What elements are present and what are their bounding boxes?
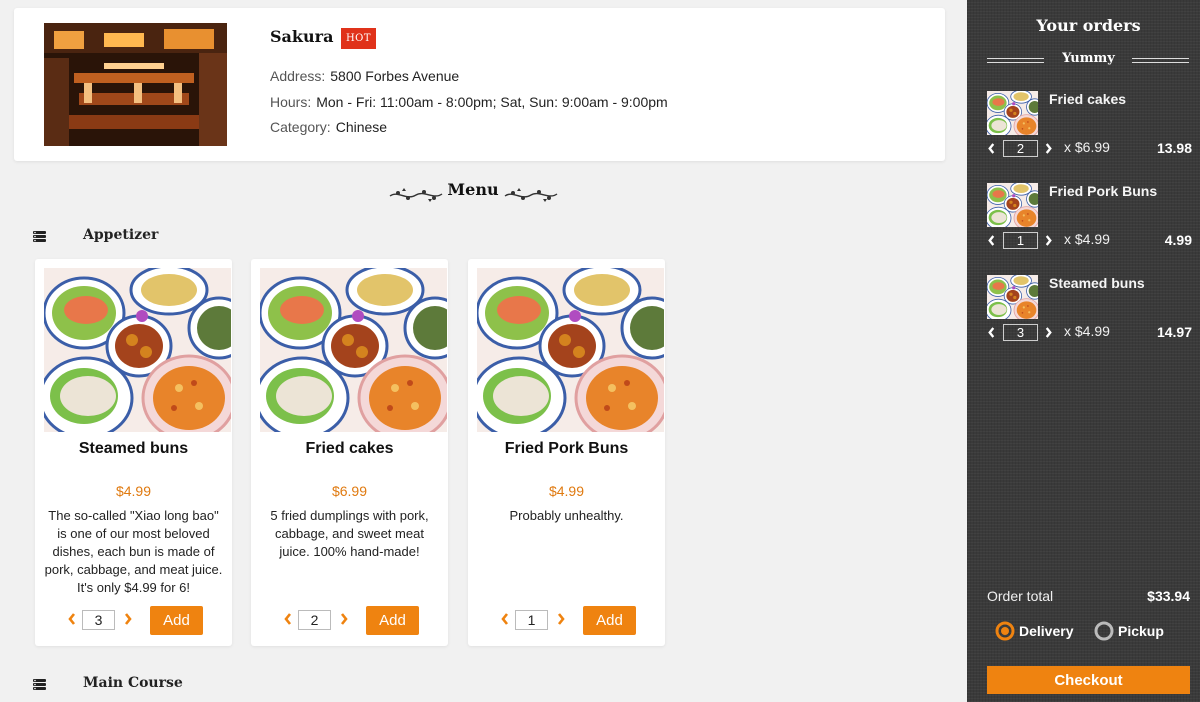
quantity-input[interactable] — [82, 610, 115, 630]
item-name: Fried Pork Buns — [504, 440, 629, 457]
chevron-left-icon[interactable] — [987, 234, 996, 247]
hours-value: Mon - Fri: 11:00am - 8:00pm; Sat, Sun: 9… — [316, 94, 668, 110]
hours-line: Hours: Mon - Fri: 11:00am - 8:00pm; Sat, … — [270, 94, 668, 110]
item-name: Fried cakes — [305, 440, 394, 457]
chevron-right-icon[interactable] — [1044, 234, 1053, 247]
quantity-input[interactable] — [515, 610, 548, 630]
menu-item-card: Fried cakes $6.99 5 fried dumplings with… — [251, 259, 448, 646]
chevron-right-icon[interactable] — [556, 612, 566, 626]
orders-sidebar: Your orders Yummy Fried cakes x $6.99 13… — [967, 0, 1200, 702]
chevron-left-icon[interactable] — [67, 612, 77, 626]
orders-title: Your orders — [1036, 16, 1141, 35]
divider — [1132, 58, 1189, 63]
quantity-input[interactable] — [298, 610, 331, 630]
order-item-name: Fried Pork Buns — [1049, 183, 1158, 199]
restaurant-photo — [44, 23, 227, 146]
menu-item-card: Steamed buns $4.99 The so-called "Xiao l… — [35, 259, 232, 646]
radio-unselected-icon — [1094, 621, 1114, 641]
order-item: Fried cakes x $6.99 13.98 — [987, 91, 1192, 161]
menu-title: Menu — [447, 180, 499, 199]
radio-selected-icon — [995, 621, 1015, 641]
food-photo — [260, 268, 447, 432]
order-line-total: 13.98 — [1156, 140, 1192, 156]
chevron-right-icon[interactable] — [339, 612, 349, 626]
item-description: Probably unhealthy. — [509, 508, 624, 523]
order-total-label: Order total — [987, 588, 1054, 604]
add-button[interactable]: Add — [366, 606, 419, 635]
chevron-left-icon[interactable] — [987, 326, 996, 339]
order-quantity-input[interactable] — [1003, 232, 1038, 249]
menu-stack-icon — [33, 679, 46, 690]
order-thumbnail — [987, 91, 1038, 135]
order-unit-price: x $4.99 — [1064, 323, 1110, 339]
menu-item-card: Fried Pork Buns $4.99 Probably unhealthy… — [468, 259, 665, 646]
category-label: Category: — [270, 119, 331, 135]
restaurant-header-card: Sakura HOT Address: 5800 Forbes Avenue Ho… — [14, 8, 945, 161]
order-thumbnail — [987, 183, 1038, 227]
order-item: Fried Pork Buns x $4.99 4.99 — [987, 183, 1192, 253]
delivery-label: Delivery — [1019, 623, 1074, 639]
order-line-total: 4.99 — [1164, 232, 1192, 248]
order-thumbnail — [987, 275, 1038, 319]
order-unit-price: x $6.99 — [1064, 139, 1110, 155]
hot-badge: HOT — [341, 28, 376, 49]
section-title: Appetizer — [83, 227, 159, 243]
item-description: 5 fried dumplings with pork, cabbage, an… — [270, 508, 429, 559]
quantity-stepper — [500, 609, 580, 631]
order-quantity-input[interactable] — [1003, 140, 1038, 157]
chevron-left-icon[interactable] — [987, 142, 996, 155]
item-description: The so-called "Xiao long bao" is one of … — [44, 508, 223, 595]
menu-stack-icon — [33, 231, 46, 242]
chevron-left-icon[interactable] — [500, 612, 510, 626]
main-content: Sakura HOT Address: 5800 Forbes Avenue Ho… — [0, 0, 967, 702]
chevron-left-icon[interactable] — [283, 612, 293, 626]
restaurant-name: Sakura — [270, 27, 334, 46]
order-total-value: $33.94 — [1147, 588, 1190, 604]
item-price: $4.99 — [548, 483, 585, 499]
item-price: $6.99 — [331, 483, 368, 499]
quantity-stepper — [283, 609, 363, 631]
add-button[interactable]: Add — [150, 606, 203, 635]
pickup-label: Pickup — [1118, 623, 1164, 639]
food-photo — [44, 268, 231, 432]
hours-label: Hours: — [270, 94, 312, 110]
category-line: Category: Chinese — [270, 119, 387, 135]
chevron-right-icon[interactable] — [1044, 142, 1053, 155]
section-title: Main Course — [83, 675, 183, 691]
address-line: Address: 5800 Forbes Avenue — [270, 68, 459, 84]
address-value: 5800 Forbes Avenue — [330, 68, 460, 84]
order-line-total: 14.97 — [1156, 324, 1192, 340]
item-name: Steamed buns — [78, 440, 189, 457]
order-unit-price: x $4.99 — [1064, 231, 1110, 247]
order-item: Steamed buns x $4.99 14.97 — [987, 275, 1192, 345]
add-button[interactable]: Add — [583, 606, 636, 635]
category-value: Chinese — [335, 119, 388, 135]
flourish-right-icon — [503, 187, 559, 203]
order-item-name: Steamed buns — [1049, 275, 1145, 291]
chevron-right-icon[interactable] — [123, 612, 133, 626]
food-photo — [477, 268, 664, 432]
checkout-button[interactable]: Checkout — [987, 666, 1190, 694]
quantity-stepper — [67, 609, 147, 631]
item-price: $4.99 — [115, 483, 152, 499]
order-item-name: Fried cakes — [1049, 91, 1127, 107]
address-label: Address: — [270, 68, 326, 84]
order-quantity-input[interactable] — [1003, 324, 1038, 341]
chevron-right-icon[interactable] — [1044, 326, 1053, 339]
